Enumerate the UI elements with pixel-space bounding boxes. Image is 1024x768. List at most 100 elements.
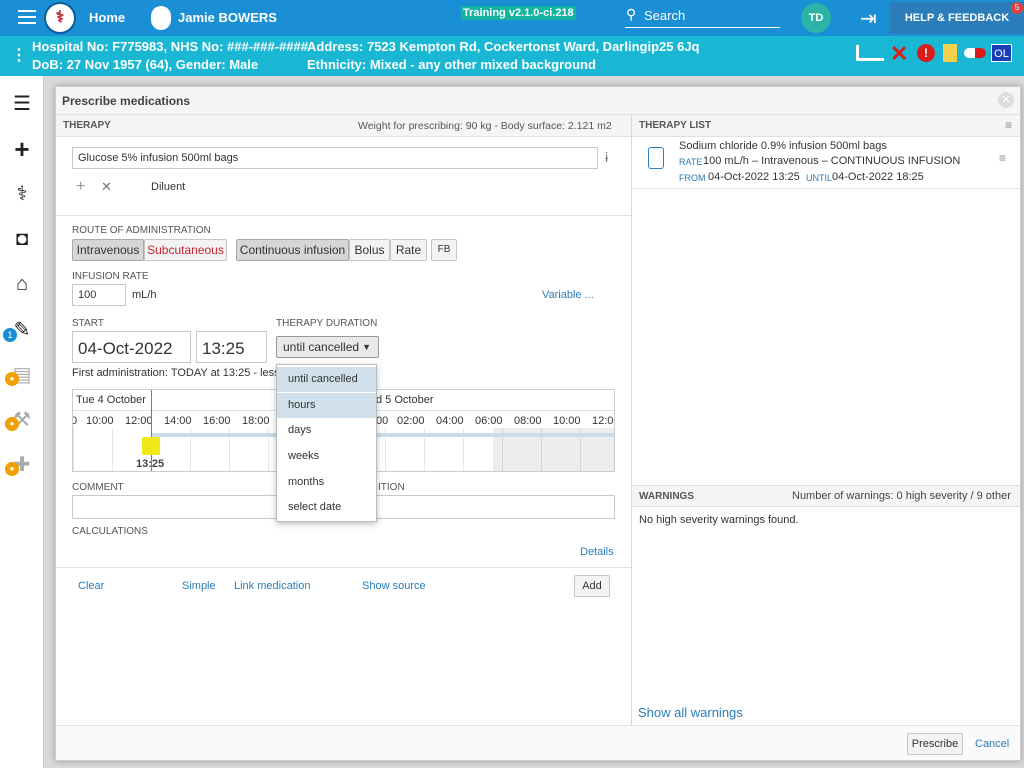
alert-icon[interactable]: ! bbox=[917, 44, 935, 62]
lock-icon: ● bbox=[5, 372, 19, 386]
tick-label: 14:00 bbox=[164, 415, 192, 427]
show-source-link[interactable]: Show source bbox=[362, 580, 426, 592]
warnings-text: No high severity warnings found. bbox=[639, 514, 799, 526]
tick-label: 12:00 bbox=[592, 415, 614, 427]
list-icon[interactable]: ☰ bbox=[8, 90, 36, 118]
lock-icon: ● bbox=[5, 462, 19, 476]
search-icon: ⚲ bbox=[626, 6, 637, 22]
therapy-item-from-label: FROM bbox=[679, 173, 706, 183]
infusion-rate-value: 100 bbox=[78, 289, 97, 301]
lock-icon: ● bbox=[5, 417, 19, 431]
show-all-warnings-link[interactable]: Show all warnings bbox=[638, 705, 743, 720]
side-nav: ☰ + ⚕ ◘ ⌂ ✎ 1 ▤ ● ⚒ ● ✚ ● bbox=[0, 76, 44, 768]
cancel-link[interactable]: Cancel bbox=[975, 738, 1009, 750]
timeline-day-next: d 5 October bbox=[376, 394, 434, 406]
mode-bolus-button[interactable]: Bolus bbox=[349, 239, 390, 261]
duration-option[interactable]: hours bbox=[277, 393, 376, 418]
mode-fb-button[interactable]: FB bbox=[431, 239, 457, 261]
list-menu-icon[interactable]: ≡ bbox=[1005, 118, 1012, 132]
route-label: ROUTE OF ADMINISTRATION bbox=[72, 225, 211, 236]
dose-marker[interactable] bbox=[142, 437, 160, 455]
dose-marker-label: 13:25 bbox=[136, 458, 165, 470]
calculations-label: CALCULATIONS bbox=[72, 526, 148, 537]
link-medication-link[interactable]: Link medication bbox=[234, 580, 310, 592]
search-label: Search bbox=[644, 8, 686, 23]
therapy-list-item[interactable]: Sodium chloride 0.9% infusion 500ml bags… bbox=[632, 137, 1020, 189]
tick-label: 06:00 bbox=[475, 415, 503, 427]
start-time-input[interactable]: 13:25 bbox=[196, 331, 267, 363]
duration-dropdown[interactable]: until cancelled ▼ bbox=[276, 336, 379, 358]
modal-title: Prescribe medications bbox=[62, 94, 191, 108]
therapy-list-header: THERAPY LIST bbox=[639, 120, 712, 131]
divider bbox=[56, 215, 631, 216]
simple-link[interactable]: Simple bbox=[182, 580, 216, 592]
duration-option[interactable]: until cancelled bbox=[277, 367, 376, 392]
remove-icon[interactable]: ✕ bbox=[101, 179, 112, 195]
therapy-list-header-bar: THERAPY LIST ≡ bbox=[632, 115, 1020, 137]
diluent-label[interactable]: Diluent bbox=[151, 181, 185, 193]
document-icon[interactable] bbox=[943, 44, 957, 62]
variable-link[interactable]: Variable ... bbox=[542, 289, 594, 301]
start-time-value: 13:25 bbox=[202, 339, 245, 358]
help-feedback-button[interactable]: HELP & FEEDBACK bbox=[890, 2, 1024, 34]
home-icon[interactable]: ⌂ bbox=[8, 270, 36, 298]
therapy-bar bbox=[151, 433, 614, 437]
clear-link[interactable]: Clear bbox=[78, 580, 104, 592]
warnings-header: WARNINGS bbox=[639, 491, 694, 502]
first-admin-text: First administration: TODAY at 13:25 - l… bbox=[72, 367, 280, 379]
add-diluent-icon[interactable]: + bbox=[76, 178, 85, 196]
item-menu-icon[interactable]: ≡ bbox=[999, 151, 1006, 165]
logout-icon[interactable]: ⇥ bbox=[860, 6, 877, 31]
nav-badge: 1 bbox=[3, 328, 17, 342]
plus-icon[interactable]: + bbox=[8, 135, 36, 163]
patient-avatar-icon bbox=[151, 6, 171, 30]
therapy-item-until-label: UNTIL bbox=[806, 173, 833, 183]
start-date-input[interactable]: 04-Oct-2022 bbox=[72, 331, 191, 363]
mode-rate-button[interactable]: Rate bbox=[390, 239, 427, 261]
pill-icon[interactable] bbox=[964, 48, 986, 58]
infusion-bag-icon bbox=[648, 147, 664, 169]
duration-option[interactable]: months bbox=[277, 470, 376, 495]
menu-icon[interactable] bbox=[18, 10, 36, 26]
tick-label: 08:00 bbox=[514, 415, 542, 427]
add-button[interactable]: Add bbox=[574, 575, 610, 597]
therapy-item-rate-label: RATE bbox=[679, 157, 703, 167]
tick-label: 00 bbox=[376, 415, 389, 427]
medication-value: Glucose 5% infusion 500ml bags bbox=[78, 152, 239, 164]
camera-icon[interactable]: ◘ bbox=[8, 225, 36, 253]
more-icon[interactable]: ⋮ bbox=[11, 45, 27, 65]
home-link[interactable]: Home bbox=[89, 10, 125, 25]
route-intravenous-button[interactable]: Intravenous bbox=[72, 239, 144, 261]
vertical-divider bbox=[631, 115, 632, 725]
tick-label: 10:00 bbox=[86, 415, 114, 427]
therapy-header: THERAPY bbox=[63, 120, 111, 131]
tick-label: 04:00 bbox=[436, 415, 464, 427]
patient-name[interactable]: Jamie BOWERS bbox=[178, 10, 277, 25]
duration-option[interactable]: select date bbox=[277, 495, 376, 520]
tick-label: 16:00 bbox=[203, 415, 231, 427]
user-avatar[interactable]: TD bbox=[801, 3, 831, 33]
modal-footer: Prescribe Cancel bbox=[56, 725, 1020, 760]
prescribe-button[interactable]: Prescribe bbox=[907, 733, 963, 755]
bed-icon[interactable] bbox=[856, 45, 884, 61]
top-bar: ⚕ Home Jamie BOWERS Training v2.1.0-ci.2… bbox=[0, 0, 1024, 36]
infusion-rate-input[interactable]: 100 bbox=[72, 284, 126, 306]
close-red-icon[interactable]: ✕ bbox=[890, 41, 908, 67]
stethoscope-icon[interactable]: ⚕ bbox=[8, 180, 36, 208]
tick-label: 12:00 bbox=[125, 415, 153, 427]
duration-option[interactable]: days bbox=[277, 418, 376, 443]
info-icon[interactable]: ɨ bbox=[605, 149, 608, 165]
route-subcutaneous-button[interactable]: Subcutaneous bbox=[144, 239, 227, 261]
medication-input[interactable]: Glucose 5% infusion 500ml bags bbox=[72, 147, 598, 169]
close-icon[interactable]: ✕ bbox=[998, 92, 1014, 108]
details-link[interactable]: Details bbox=[580, 546, 614, 558]
ol-badge[interactable]: OL bbox=[991, 44, 1012, 62]
comment-label-2: ITION bbox=[378, 482, 405, 493]
app-logo[interactable]: ⚕ bbox=[44, 2, 76, 34]
start-label: START bbox=[72, 318, 104, 329]
mode-continuous-button[interactable]: Continuous infusion bbox=[236, 239, 349, 261]
search-input[interactable]: ⚲ Search bbox=[625, 6, 780, 28]
notification-badge[interactable]: 5 bbox=[1011, 2, 1023, 14]
patient-ids: Hospital No: F775983, NHS No: ###-###-##… bbox=[32, 39, 308, 54]
duration-option[interactable]: weeks bbox=[277, 444, 376, 469]
